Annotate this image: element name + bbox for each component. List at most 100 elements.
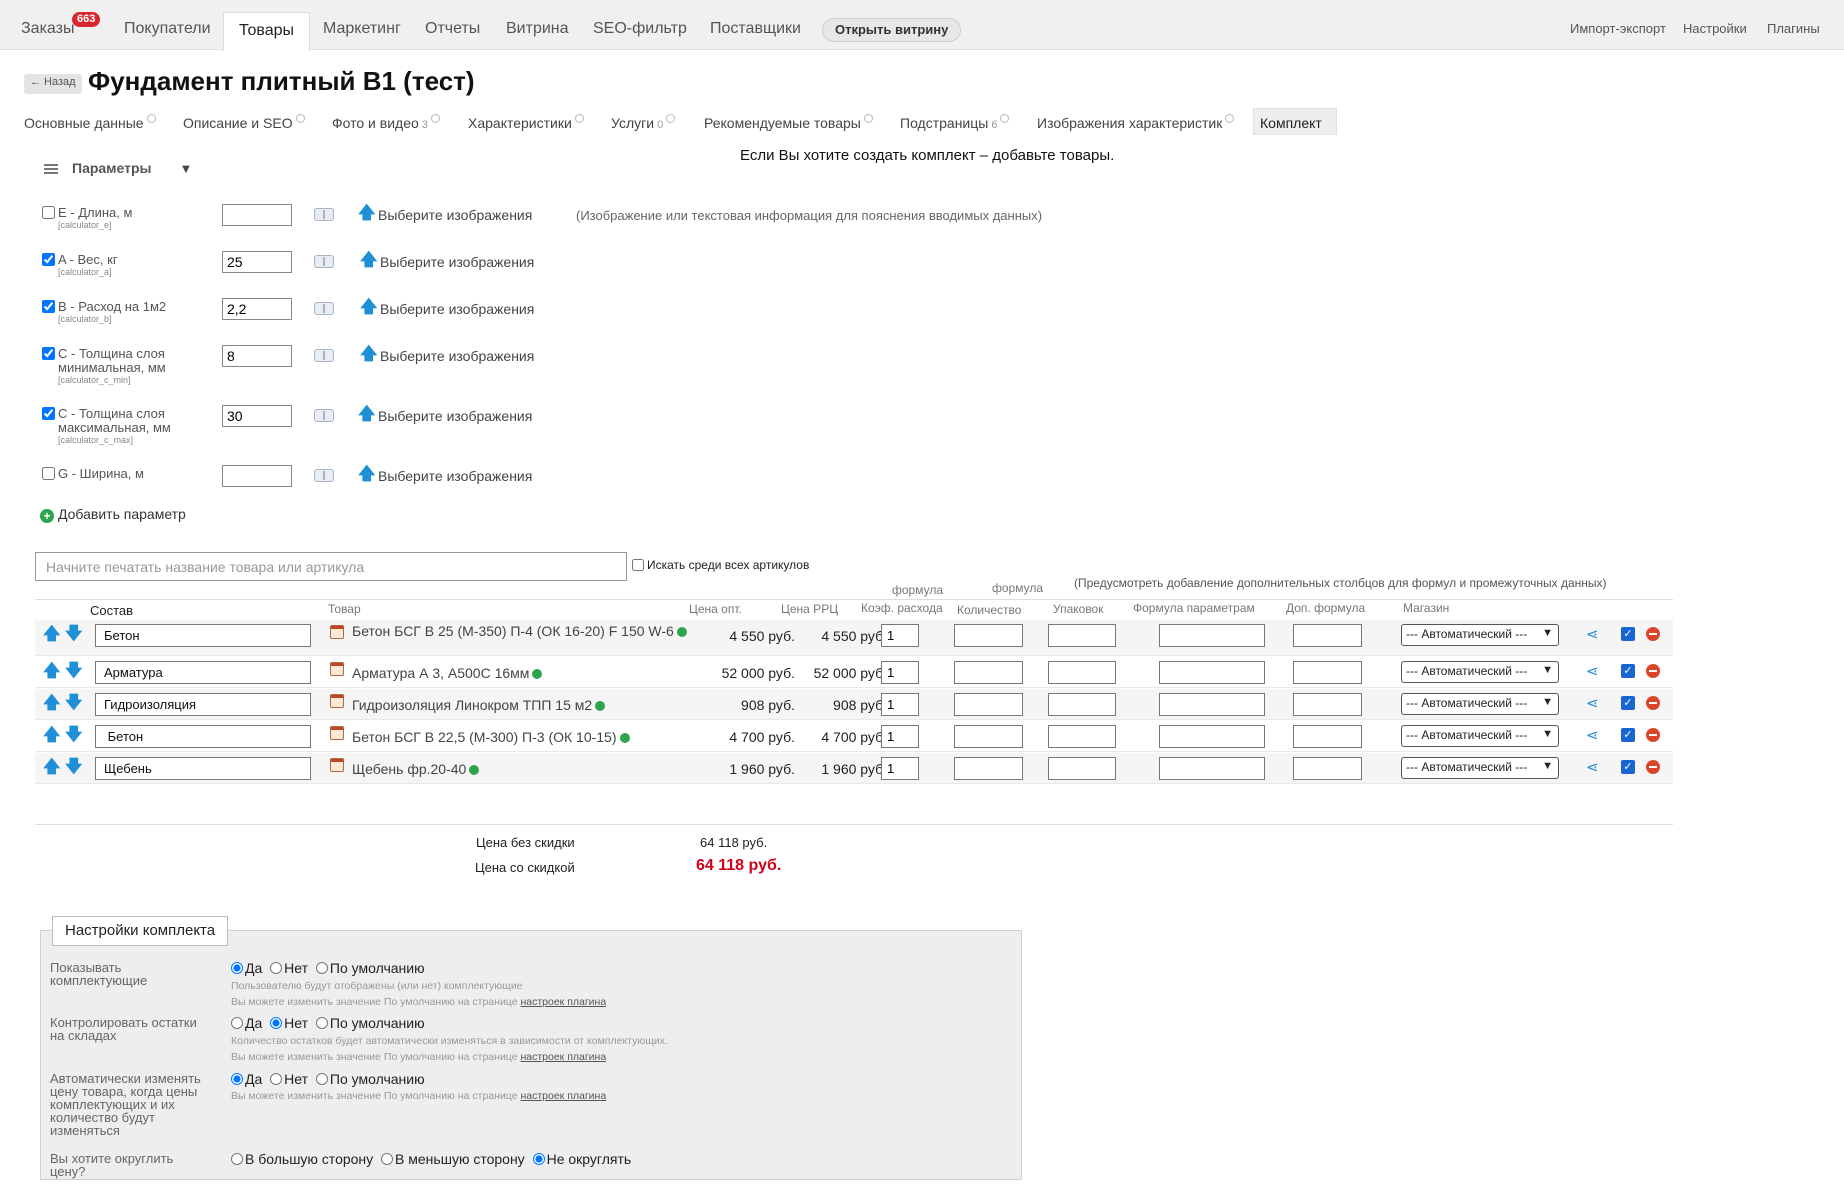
- formula-input[interactable]: [1159, 624, 1265, 647]
- subtab-recommended[interactable]: Рекомендуемые товары: [704, 114, 873, 131]
- all-articles-option[interactable]: Искать среди всех артикулов: [632, 558, 809, 572]
- delete-icon[interactable]: [1646, 664, 1660, 678]
- share-icon[interactable]: ⋖: [1586, 696, 1599, 711]
- component-input[interactable]: [95, 757, 311, 780]
- radio-round-down[interactable]: [381, 1153, 394, 1165]
- subtab-subpages[interactable]: Подстраницы 6: [900, 114, 1010, 131]
- radio-default[interactable]: [315, 1017, 328, 1029]
- koef-input[interactable]: [881, 757, 919, 780]
- koef-input[interactable]: [881, 693, 919, 716]
- radio-no[interactable]: [270, 1017, 283, 1029]
- param-checkbox[interactable]: [42, 253, 55, 266]
- back-button[interactable]: ← Назад: [24, 74, 82, 94]
- pack-input[interactable]: [1048, 624, 1116, 647]
- params-header[interactable]: Параметры ▼: [44, 160, 192, 176]
- select-images-link[interactable]: Выберите изображения: [378, 408, 532, 424]
- component-input[interactable]: [95, 725, 311, 748]
- share-icon[interactable]: ⋖: [1586, 728, 1599, 743]
- param-value-input[interactable]: [222, 405, 292, 427]
- select-images-link[interactable]: Выберите изображения: [380, 348, 534, 364]
- delete-icon[interactable]: [1646, 760, 1660, 774]
- param-value-input[interactable]: [222, 204, 292, 226]
- qty-input[interactable]: [954, 661, 1023, 684]
- tab-suppliers[interactable]: Поставщики: [710, 20, 801, 38]
- tab-products[interactable]: Товары: [223, 12, 311, 51]
- component-input[interactable]: [95, 661, 311, 684]
- radio-round-up[interactable]: [231, 1153, 243, 1165]
- subtab-kit[interactable]: Комплект: [1253, 108, 1337, 135]
- param-value-input[interactable]: [222, 251, 292, 273]
- book-icon[interactable]: [314, 302, 334, 315]
- move-down-icon[interactable]: 🡇: [65, 694, 82, 712]
- product-name[interactable]: Бетон БСГ В 22,5 (М-300) П-3 (ОК 10-15): [352, 729, 692, 745]
- book-icon[interactable]: [314, 349, 334, 362]
- radio-yes[interactable]: [231, 1017, 243, 1029]
- formula-input[interactable]: [1159, 757, 1265, 780]
- param-checkbox[interactable]: [42, 300, 55, 313]
- param-checkbox[interactable]: [42, 206, 55, 219]
- share-icon[interactable]: ⋖: [1586, 627, 1599, 642]
- pack-input[interactable]: [1048, 693, 1116, 716]
- param-checkbox[interactable]: [42, 467, 55, 480]
- book-icon[interactable]: [314, 255, 334, 268]
- move-up-icon[interactable]: 🡅: [43, 662, 60, 680]
- dop-formula-input[interactable]: [1293, 624, 1362, 647]
- move-up-icon[interactable]: 🡅: [43, 625, 60, 643]
- dop-formula-input[interactable]: [1293, 725, 1362, 748]
- select-images-link[interactable]: Выберите изображения: [380, 301, 534, 317]
- tab-orders[interactable]: Заказы 663: [21, 12, 101, 38]
- product-name[interactable]: Гидроизоляция Линокром ТПП 15 м2: [352, 697, 692, 713]
- book-icon[interactable]: [314, 469, 334, 482]
- row-checkbox[interactable]: ✓: [1621, 696, 1635, 710]
- select-images-link[interactable]: Выберите изображения: [378, 468, 532, 484]
- open-storefront-button[interactable]: Открыть витрину: [822, 18, 962, 42]
- subtab-characteristic-images[interactable]: Изображения характеристик: [1037, 114, 1235, 131]
- radio-no[interactable]: [270, 1073, 283, 1085]
- plugins-link[interactable]: Плагины: [1767, 21, 1820, 36]
- all-articles-checkbox[interactable]: [632, 559, 644, 571]
- radio-yes[interactable]: [231, 962, 243, 974]
- qty-input[interactable]: [954, 624, 1023, 647]
- move-up-icon[interactable]: 🡅: [43, 726, 60, 744]
- plugin-settings-link[interactable]: настроек плагина: [520, 1051, 606, 1063]
- plugin-settings-link[interactable]: настроек плагина: [520, 996, 606, 1008]
- tab-customers[interactable]: Покупатели: [124, 20, 211, 38]
- subtab-services[interactable]: Услуги 0: [611, 114, 676, 131]
- param-value-input[interactable]: [222, 345, 292, 367]
- move-down-icon[interactable]: 🡇: [65, 758, 82, 776]
- row-checkbox[interactable]: ✓: [1621, 728, 1635, 742]
- param-value-input[interactable]: [222, 465, 292, 487]
- subtab-main-data[interactable]: Основные данные: [24, 114, 156, 131]
- book-icon[interactable]: [314, 208, 334, 221]
- move-down-icon[interactable]: 🡇: [65, 726, 82, 744]
- delete-icon[interactable]: [1646, 627, 1660, 641]
- subtab-description-seo[interactable]: Описание и SEO: [183, 114, 305, 131]
- import-export-link[interactable]: Импорт-экспорт: [1570, 21, 1666, 36]
- tab-reports[interactable]: Отчеты: [425, 20, 480, 38]
- formula-input[interactable]: [1159, 725, 1265, 748]
- dop-formula-input[interactable]: [1293, 661, 1362, 684]
- product-name[interactable]: Бетон БСГ В 25 (М-350) П-4 (ОК 16-20) F …: [352, 623, 692, 639]
- radio-no-round[interactable]: [532, 1153, 545, 1165]
- delete-icon[interactable]: [1646, 696, 1660, 710]
- tab-storefront[interactable]: Витрина: [506, 20, 569, 38]
- move-down-icon[interactable]: 🡇: [65, 625, 82, 643]
- dop-formula-input[interactable]: [1293, 693, 1362, 716]
- move-up-icon[interactable]: 🡅: [43, 694, 60, 712]
- shop-select[interactable]: --- Автоматический --- ▼: [1401, 693, 1559, 715]
- delete-icon[interactable]: [1646, 728, 1660, 742]
- tab-seo-filter[interactable]: SEO-фильтр: [593, 20, 687, 38]
- component-input[interactable]: [95, 624, 311, 647]
- shop-select[interactable]: --- Автоматический --- ▼: [1401, 725, 1559, 747]
- component-input[interactable]: [95, 693, 311, 716]
- add-parameter-button[interactable]: + Добавить параметр: [40, 506, 186, 523]
- formula-input[interactable]: [1159, 693, 1265, 716]
- product-search-input[interactable]: [35, 552, 627, 581]
- subtab-photo-video[interactable]: Фото и видео 3: [332, 114, 440, 131]
- plugin-settings-link[interactable]: настроек плагина: [520, 1090, 606, 1102]
- qty-input[interactable]: [954, 725, 1023, 748]
- radio-default[interactable]: [315, 1073, 328, 1085]
- qty-input[interactable]: [954, 693, 1023, 716]
- koef-input[interactable]: [881, 725, 919, 748]
- move-down-icon[interactable]: 🡇: [65, 662, 82, 680]
